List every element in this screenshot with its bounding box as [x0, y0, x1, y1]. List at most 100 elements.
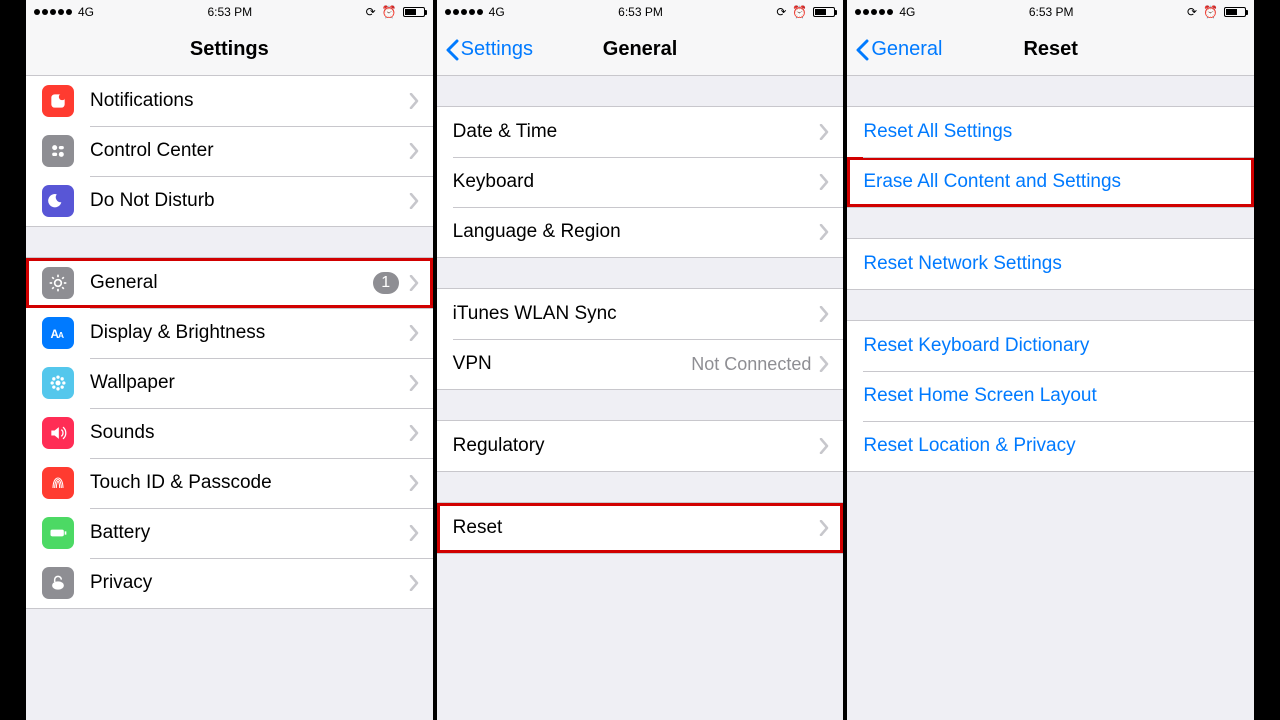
chevron-right-icon	[409, 575, 419, 591]
row-sounds[interactable]: Sounds	[26, 408, 433, 458]
general-group-3: Regulatory	[437, 420, 844, 472]
row-label: Regulatory	[453, 435, 820, 457]
wallpaper-icon	[42, 367, 74, 399]
general-group-2: iTunes WLAN Sync VPNNot Connected	[437, 288, 844, 390]
row-notifications[interactable]: Notifications	[26, 76, 433, 126]
row-vpn[interactable]: VPNNot Connected	[437, 339, 844, 389]
settings-group-1: Notifications Control Center Do Not Distur…	[26, 76, 433, 227]
signal-dots-icon	[34, 9, 72, 15]
row-reset-home-screen-layout[interactable]: Reset Home Screen Layout	[847, 371, 1254, 421]
row-keyboard[interactable]: Keyboard	[437, 157, 844, 207]
row-label: Privacy	[90, 572, 409, 594]
alarm-icon: ⏰	[792, 5, 807, 19]
row-itunes-wlan-sync[interactable]: iTunes WLAN Sync	[437, 289, 844, 339]
row-label: Touch ID & Passcode	[90, 472, 409, 494]
back-button[interactable]: Settings	[445, 24, 533, 75]
row-reset-all-settings[interactable]: Reset All Settings	[847, 107, 1254, 157]
chevron-right-icon	[409, 375, 419, 391]
screen-settings: 4G 6:53 PM ⟳ ⏰ Settings Notifications Con…	[24, 0, 435, 720]
row-reset-network-settings[interactable]: Reset Network Settings	[847, 239, 1254, 289]
chevron-right-icon	[819, 438, 829, 454]
row-label: Sounds	[90, 422, 409, 444]
display-icon: AA	[42, 317, 74, 349]
chevron-right-icon	[409, 275, 419, 291]
badge: 1	[373, 272, 399, 294]
chevron-right-icon	[409, 525, 419, 541]
lock-icon: ⟳	[776, 5, 786, 19]
row-privacy[interactable]: Privacy	[26, 558, 433, 608]
row-label: Reset All Settings	[863, 121, 1240, 143]
reset-group-2: Reset Network Settings	[847, 238, 1254, 290]
reset-group-1: Reset All Settings Erase All Content and …	[847, 106, 1254, 208]
row-label: Language & Region	[453, 221, 820, 243]
row-erase-all-content-and-settings[interactable]: Erase All Content and Settings	[847, 157, 1254, 207]
row-label: Erase All Content and Settings	[863, 171, 1240, 193]
chevron-left-icon	[445, 39, 459, 61]
chevron-right-icon	[409, 143, 419, 159]
chevron-left-icon	[855, 39, 869, 61]
row-general[interactable]: General1	[26, 258, 433, 308]
row-label: VPN	[453, 353, 692, 375]
page-title: Settings	[190, 38, 269, 61]
row-language-region[interactable]: Language & Region	[437, 207, 844, 257]
nav-bar: General Reset	[847, 24, 1254, 76]
sounds-icon	[42, 417, 74, 449]
lock-icon: ⟳	[366, 5, 376, 19]
carrier-label: 4G	[489, 5, 505, 19]
chevron-right-icon	[409, 93, 419, 109]
page-title: Reset	[1023, 38, 1077, 61]
row-label: Display & Brightness	[90, 322, 409, 344]
clock: 6:53 PM	[1029, 5, 1074, 19]
signal-dots-icon	[855, 9, 893, 15]
chevron-right-icon	[819, 356, 829, 372]
chevron-right-icon	[819, 124, 829, 140]
signal-dots-icon	[445, 9, 483, 15]
chevron-right-icon	[819, 306, 829, 322]
clock: 6:53 PM	[207, 5, 252, 19]
battery-icon	[1224, 7, 1246, 17]
row-control-center[interactable]: Control Center	[26, 126, 433, 176]
status-bar: 4G 6:53 PM ⟳ ⏰	[437, 0, 844, 24]
svg-text:A: A	[58, 330, 64, 340]
row-label: Reset Home Screen Layout	[863, 385, 1240, 407]
chevron-right-icon	[819, 174, 829, 190]
screen-general: 4G 6:53 PM ⟳ ⏰ Settings General Date & T…	[435, 0, 846, 720]
general-group-1: Date & TimeKeyboard Language & Region	[437, 106, 844, 258]
lock-icon: ⟳	[1187, 5, 1197, 19]
page-title: General	[603, 38, 677, 61]
row-display-brightness[interactable]: AA Display & Brightness	[26, 308, 433, 358]
row-label: Wallpaper	[90, 372, 409, 394]
back-button[interactable]: General	[855, 24, 942, 75]
row-touch-id-passcode[interactable]: Touch ID & Passcode	[26, 458, 433, 508]
reset-group-3: Reset Keyboard Dictionary Reset Home Scre…	[847, 320, 1254, 472]
general-group-4: Reset	[437, 502, 844, 554]
row-reset-location-privacy[interactable]: Reset Location & Privacy	[847, 421, 1254, 471]
row-regulatory[interactable]: Regulatory	[437, 421, 844, 471]
alarm-icon: ⏰	[1203, 5, 1218, 19]
status-bar: 4G 6:53 PM ⟳ ⏰	[26, 0, 433, 24]
row-battery[interactable]: Battery	[26, 508, 433, 558]
row-label: iTunes WLAN Sync	[453, 303, 820, 325]
privacy-icon	[42, 567, 74, 599]
carrier-label: 4G	[78, 5, 94, 19]
screen-reset: 4G 6:53 PM ⟳ ⏰ General Reset Reset All S…	[845, 0, 1256, 720]
nav-bar: Settings General	[437, 24, 844, 76]
row-do-not-disturb[interactable]: Do Not Disturb	[26, 176, 433, 226]
row-wallpaper[interactable]: Wallpaper	[26, 358, 433, 408]
row-value: Not Connected	[691, 354, 811, 375]
nav-bar: Settings	[26, 24, 433, 76]
carrier-label: 4G	[899, 5, 915, 19]
battery-icon	[403, 7, 425, 17]
row-date-time[interactable]: Date & Time	[437, 107, 844, 157]
row-label: Do Not Disturb	[90, 190, 409, 212]
battery-icon	[42, 517, 74, 549]
row-label: Notifications	[90, 90, 409, 112]
clock: 6:53 PM	[618, 5, 663, 19]
chevron-right-icon	[819, 224, 829, 240]
general-icon	[42, 267, 74, 299]
row-label: Battery	[90, 522, 409, 544]
row-label: Reset Keyboard Dictionary	[863, 335, 1240, 357]
row-reset-keyboard-dictionary[interactable]: Reset Keyboard Dictionary	[847, 321, 1254, 371]
chevron-right-icon	[819, 520, 829, 536]
row-reset[interactable]: Reset	[437, 503, 844, 553]
